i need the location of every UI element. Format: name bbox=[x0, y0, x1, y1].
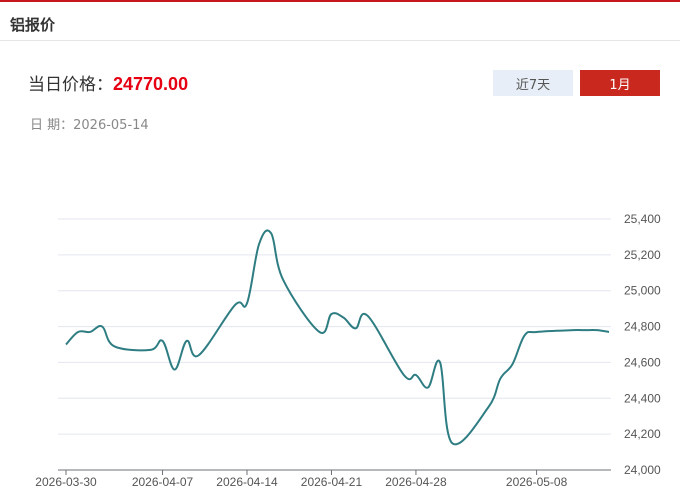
y-tick-label: 24,400 bbox=[624, 391, 661, 405]
x-tick-label: 2026-03-30 bbox=[35, 475, 97, 488]
price-series-line bbox=[65, 229, 610, 446]
y-tick-label: 24,600 bbox=[624, 355, 661, 369]
y-tick-label: 25,000 bbox=[624, 284, 661, 298]
x-tick-label: 2026-04-28 bbox=[385, 475, 447, 488]
y-tick-label: 24,800 bbox=[624, 320, 661, 334]
price-line-chart: 24,000 24,200 24,400 24,600 24,800 25,000 25,2… bbox=[35, 212, 661, 488]
y-tick-label: 24,000 bbox=[624, 463, 661, 477]
x-tick-label: 2026-04-14 bbox=[216, 475, 278, 488]
y-tick-label: 24,200 bbox=[624, 427, 661, 441]
y-tick-label: 25,200 bbox=[624, 248, 661, 262]
x-tick-label: 2026-05-08 bbox=[506, 475, 568, 488]
y-tick-label: 25,400 bbox=[624, 212, 661, 226]
x-tick-label: 2026-04-21 bbox=[301, 475, 363, 488]
x-tick-label: 2026-04-07 bbox=[132, 475, 194, 488]
